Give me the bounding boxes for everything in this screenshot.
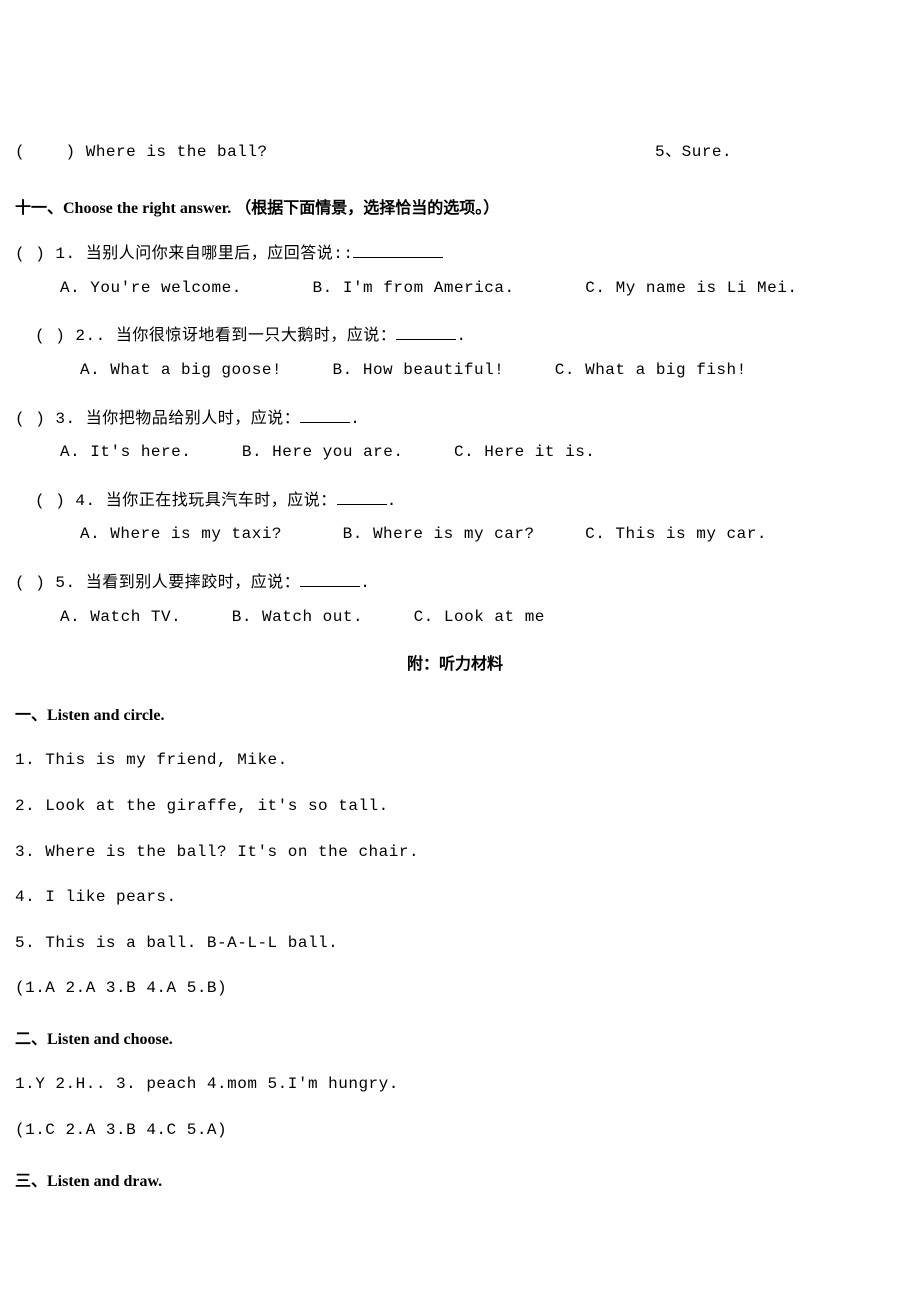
q5-stem: ( ) 5. 当看到别人要摔跤时，应说：: [15, 574, 300, 592]
q5-post: .: [360, 574, 370, 592]
q4-opt-c: C. This is my car.: [585, 525, 767, 543]
question-2: ( ) 2.. 当你很惊讶地看到一只大鹅时，应说：. A. What a big…: [15, 323, 895, 383]
q3-post: .: [350, 410, 360, 428]
sec2-answers: (1.C 2.A 3.B 4.C 5.A): [15, 1118, 895, 1144]
q1-opt-a: A. You're welcome.: [60, 279, 242, 297]
match-right: 5、Sure.: [655, 140, 895, 166]
section-3-title: 三、Listen and draw.: [15, 1169, 895, 1195]
q2-stem: ( ) 2.. 当你很惊讶地看到一只大鹅时，应说：: [35, 327, 396, 345]
sec1-answers: (1.A 2.A 3.B 4.A 5.B): [15, 976, 895, 1002]
sec1-line-2: 2. Look at the giraffe, it's so tall.: [15, 794, 895, 820]
question-4: ( ) 4. 当你正在找玩具汽车时，应说：. A. Where is my ta…: [15, 488, 895, 548]
q2-opt-a: A. What a big goose!: [80, 361, 282, 379]
q4-post: .: [387, 492, 397, 510]
q4-opt-a: A. Where is my taxi?: [80, 525, 282, 543]
appendix-title: 附：听力材料: [15, 652, 895, 678]
sec1-line-1: 1. This is my friend, Mike.: [15, 748, 895, 774]
q3-stem: ( ) 3. 当你把物品给别人时，应说：: [15, 410, 300, 428]
q5-options: A. Watch TV. B. Watch out. C. Look at me: [15, 605, 895, 631]
match-question: Where is the ball?: [86, 143, 268, 161]
q5-opt-b: B. Watch out.: [232, 608, 363, 626]
q3-opt-b: B. Here you are.: [242, 443, 404, 461]
blank-icon: [300, 570, 360, 587]
q2-opt-b: B. How beautiful!: [333, 361, 505, 379]
q1-opt-c: C. My name is Li Mei.: [585, 279, 797, 297]
q1-stem: ( ) 1. 当别人问你来自哪里后，应回答说::: [15, 245, 353, 263]
sec1-line-5: 5. This is a ball. B-A-L-L ball.: [15, 931, 895, 957]
blank-icon: [353, 241, 443, 258]
q4-options: A. Where is my taxi? B. Where is my car?…: [35, 522, 895, 548]
sec1-line-4: 4. I like pears.: [15, 885, 895, 911]
sec2-line-1: 1.Y 2.H.. 3. peach 4.mom 5.I'm hungry.: [15, 1072, 895, 1098]
paren-l: (: [15, 143, 35, 161]
matching-row: ( ) Where is the ball? 5、Sure.: [15, 140, 895, 166]
section-11-title: 十一、Choose the right answer. （根据下面情景，选择恰当…: [15, 196, 895, 222]
question-5: ( ) 5. 当看到别人要摔跤时，应说：. A. Watch TV. B. Wa…: [15, 570, 895, 630]
match-answer: Sure.: [682, 143, 733, 161]
sec1-line-3: 3. Where is the ball? It's on the chair.: [15, 840, 895, 866]
q1-opt-b: B. I'm from America.: [313, 279, 515, 297]
blank-icon: [300, 406, 350, 423]
q1-options: A. You're welcome. B. I'm from America. …: [15, 276, 895, 302]
blank-icon: [337, 488, 387, 505]
q4-opt-b: B. Where is my car?: [343, 525, 535, 543]
q4-stem: ( ) 4. 当你正在找玩具汽车时，应说：: [35, 492, 337, 510]
q2-post: .: [456, 327, 466, 345]
section-1-title: 一、Listen and circle.: [15, 703, 895, 729]
q2-options: A. What a big goose! B. How beautiful! C…: [35, 358, 895, 384]
match-num: 5、: [655, 143, 682, 161]
q2-opt-c: C. What a big fish!: [555, 361, 747, 379]
q3-opt-c: C. Here it is.: [454, 443, 595, 461]
q5-opt-a: A. Watch TV.: [60, 608, 181, 626]
paren-r: ): [55, 143, 75, 161]
q3-options: A. It's here. B. Here you are. C. Here i…: [15, 440, 895, 466]
question-1: ( ) 1. 当别人问你来自哪里后，应回答说:: A. You're welco…: [15, 241, 895, 301]
match-left: ( ) Where is the ball?: [15, 140, 655, 166]
blank-icon: [396, 323, 456, 340]
q5-opt-c: C. Look at me: [414, 608, 545, 626]
q3-opt-a: A. It's here.: [60, 443, 191, 461]
question-3: ( ) 3. 当你把物品给别人时，应说：. A. It's here. B. H…: [15, 406, 895, 466]
section-2-title: 二、Listen and choose.: [15, 1027, 895, 1053]
